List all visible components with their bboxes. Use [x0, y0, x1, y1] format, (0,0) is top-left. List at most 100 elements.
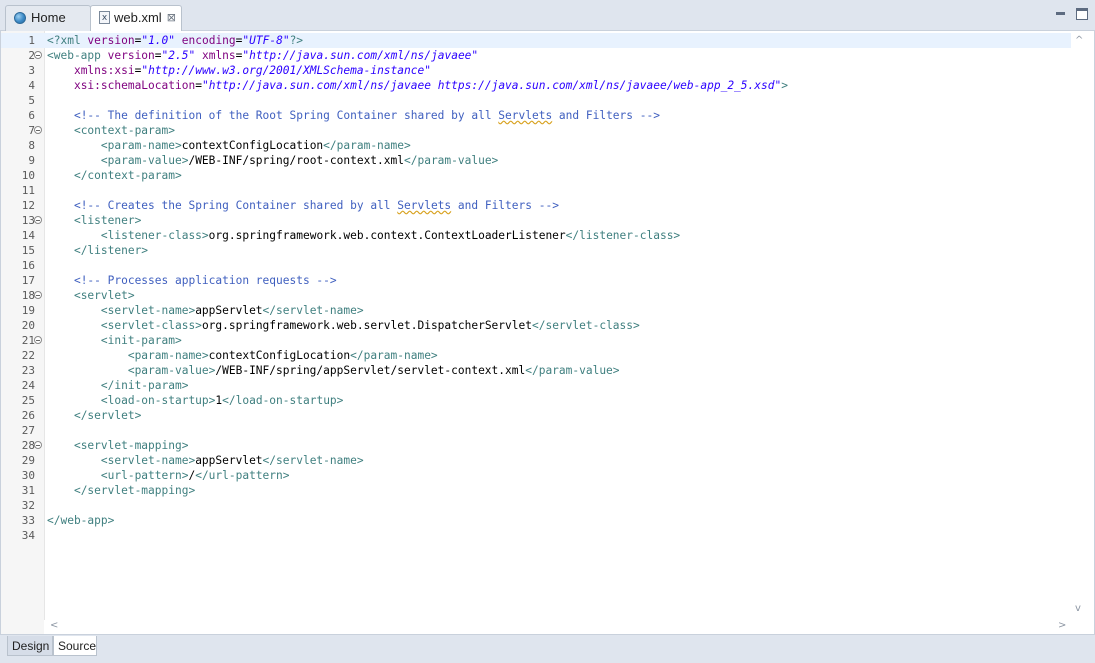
code-line[interactable]: 11: [1, 183, 1071, 198]
globe-icon: [14, 11, 26, 24]
minimize-icon[interactable]: [1055, 8, 1067, 20]
code-area[interactable]: 1 <?xml version="1.0" encoding="UTF-8"?> 2…: [1, 31, 1071, 634]
horizontal-scrollbar[interactable]: < >: [44, 620, 1071, 634]
line-number: 9: [28, 154, 35, 167]
code-line[interactable]: 9 <param-value>/WEB-INF/spring/root-cont…: [1, 153, 1071, 168]
vertical-scrollbar[interactable]: ^ v: [1071, 31, 1088, 620]
code-line[interactable]: 19 <servlet-name>appServlet</servlet-nam…: [1, 303, 1071, 318]
code-line[interactable]: 25 <load-on-startup>1</load-on-startup>: [1, 393, 1071, 408]
line-number: 33: [21, 514, 35, 527]
editor-mode-tabs: Design Source: [0, 634, 1095, 663]
line-text: </web-app>: [47, 514, 115, 527]
code-line[interactable]: 10 </context-param>: [1, 168, 1071, 183]
code-line[interactable]: 7 <context-param>: [1, 123, 1071, 138]
line-text: <param-value>/WEB-INF/spring/appServlet/…: [127, 364, 620, 377]
line-text: </listener>: [73, 244, 149, 257]
line-number: 34: [21, 529, 35, 542]
line-number: 24: [21, 379, 35, 392]
code-line[interactable]: 20 <servlet-class>org.springframework.we…: [1, 318, 1071, 333]
line-text: <context-param>: [73, 124, 175, 137]
line-number: 19: [21, 304, 35, 317]
line-number: 11: [21, 184, 35, 197]
code-line[interactable]: 4 xsi:schemaLocation="http://java.sun.co…: [1, 78, 1071, 93]
line-text: <?xml version="1.0" encoding="UTF-8"?>: [47, 34, 304, 47]
code-line[interactable]: 1 <?xml version="1.0" encoding="UTF-8"?>: [1, 33, 1071, 48]
line-text: xsi:schemaLocation="http://java.sun.com/…: [73, 79, 788, 92]
code-line[interactable]: 29 <servlet-name>appServlet</servlet-nam…: [1, 453, 1071, 468]
line-text: <load-on-startup>1</load-on-startup>: [100, 394, 344, 407]
line-text: <!-- The definition of the Root Spring C…: [73, 109, 660, 122]
line-text: <param-value>/WEB-INF/spring/root-contex…: [100, 154, 499, 167]
xml-source-editor[interactable]: 1 <?xml version="1.0" encoding="UTF-8"?> 2…: [0, 31, 1095, 634]
line-text: <!-- Creates the Spring Container shared…: [73, 199, 559, 212]
tab-home[interactable]: Home: [5, 5, 91, 31]
code-line[interactable]: 6 <!-- The definition of the Root Spring…: [1, 108, 1071, 123]
editor-tab-bar: Home x web.xml ⊠: [0, 0, 1095, 32]
line-number: 26: [21, 409, 35, 422]
code-line[interactable]: 14 <listener-class>org.springframework.w…: [1, 228, 1071, 243]
code-line[interactable]: 28 <servlet-mapping>: [1, 438, 1071, 453]
code-line[interactable]: 31 </servlet-mapping>: [1, 483, 1071, 498]
fold-collapse-icon[interactable]: [34, 216, 42, 224]
line-number: 32: [21, 499, 35, 512]
line-text: </servlet>: [73, 409, 142, 422]
code-line[interactable]: 15 </listener>: [1, 243, 1071, 258]
line-number: 20: [21, 319, 35, 332]
code-line[interactable]: 34: [1, 528, 1071, 543]
line-number: 16: [21, 259, 35, 272]
line-number: 22: [21, 349, 35, 362]
code-line[interactable]: 32: [1, 498, 1071, 513]
scroll-right-icon[interactable]: >: [1058, 620, 1066, 631]
line-number: 18: [21, 289, 35, 302]
fold-collapse-icon[interactable]: [34, 441, 42, 449]
fold-collapse-icon[interactable]: [34, 336, 42, 344]
fold-collapse-icon[interactable]: [34, 126, 42, 134]
tab-design[interactable]: Design: [7, 636, 53, 656]
code-line[interactable]: 23 <param-value>/WEB-INF/spring/appServl…: [1, 363, 1071, 378]
line-number: 28: [21, 439, 35, 452]
code-line[interactable]: 27: [1, 423, 1071, 438]
tab-source[interactable]: Source: [53, 636, 97, 656]
code-line[interactable]: 5: [1, 93, 1071, 108]
scroll-left-icon[interactable]: <: [50, 620, 58, 631]
line-number: 12: [21, 199, 35, 212]
code-line[interactable]: 21 <init-param>: [1, 333, 1071, 348]
line-number: 6: [28, 109, 35, 122]
line-text: <param-name>contextConfigLocation</param…: [127, 349, 438, 362]
fold-collapse-icon[interactable]: [34, 51, 42, 59]
code-line[interactable]: 16: [1, 258, 1071, 273]
line-text: <servlet-name>appServlet</servlet-name>: [100, 454, 364, 467]
line-text: </context-param>: [73, 169, 182, 182]
line-number: 4: [28, 79, 35, 92]
code-line[interactable]: 33 </web-app>: [1, 513, 1071, 528]
line-text: <servlet-mapping>: [73, 439, 189, 452]
close-tab-icon[interactable]: ⊠: [167, 6, 176, 30]
line-text: <param-name>contextConfigLocation</param…: [100, 139, 411, 152]
line-text: </init-param>: [100, 379, 189, 392]
code-line[interactable]: 8 <param-name>contextConfigLocation</par…: [1, 138, 1071, 153]
line-number: 5: [28, 94, 35, 107]
line-text: <listener>: [73, 214, 142, 227]
line-text: <!-- Processes application requests -->: [73, 274, 337, 287]
tab-web-xml[interactable]: x web.xml ⊠: [90, 5, 182, 32]
code-line[interactable]: 18 <servlet>: [1, 288, 1071, 303]
line-number: 31: [21, 484, 35, 497]
code-line[interactable]: 22 <param-name>contextConfigLocation</pa…: [1, 348, 1071, 363]
scroll-up-icon[interactable]: ^: [1075, 35, 1083, 46]
code-line[interactable]: 2 <web-app version="2.5" xmlns="http://ja…: [1, 48, 1071, 63]
line-number: 25: [21, 394, 35, 407]
line-text: <web-app version="2.5" xmlns="http://jav…: [47, 49, 479, 62]
maximize-icon[interactable]: [1076, 8, 1088, 20]
fold-collapse-icon[interactable]: [34, 291, 42, 299]
code-line[interactable]: 3 xmlns:xsi="http://www.w3.org/2001/XMLS…: [1, 63, 1071, 78]
line-number: 30: [21, 469, 35, 482]
line-number: 17: [21, 274, 35, 287]
code-line[interactable]: 24 </init-param>: [1, 378, 1071, 393]
code-line[interactable]: 13 <listener>: [1, 213, 1071, 228]
code-line[interactable]: 26 </servlet>: [1, 408, 1071, 423]
code-line[interactable]: 30 <url-pattern>/</url-pattern>: [1, 468, 1071, 483]
code-line[interactable]: 12 <!-- Creates the Spring Container sha…: [1, 198, 1071, 213]
scroll-down-icon[interactable]: v: [1075, 603, 1081, 614]
code-line[interactable]: 17 <!-- Processes application requests -…: [1, 273, 1071, 288]
line-text: <servlet>: [73, 289, 135, 302]
